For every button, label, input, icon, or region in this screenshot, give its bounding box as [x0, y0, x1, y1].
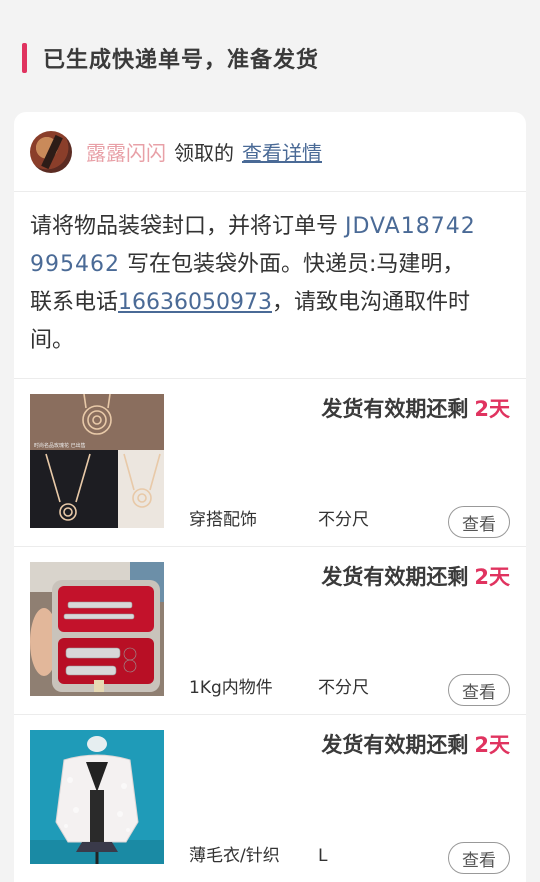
section-header: 已生成快递单号，准备发货: [22, 40, 319, 76]
item-size: 不分尺: [318, 510, 369, 530]
ship-deadline: 发货有效期还剩 2天: [321, 561, 510, 591]
instructions-text-2: 写在包装袋外面。快递员:马建明，: [119, 252, 465, 277]
view-details-link[interactable]: 查看详情: [242, 137, 322, 166]
order-number-part2: 995462: [30, 252, 120, 277]
claim-row: 露露闪闪 领取的 查看详情: [14, 112, 526, 192]
item-category: 1Kg内物件: [189, 678, 273, 698]
rose-necklace-photo[interactable]: 时尚名品玫瑰花 已出售: [30, 394, 164, 528]
item-category: 穿搭配饰: [189, 510, 257, 530]
page: 已生成快递单号，准备发货 露露闪闪 领取的 查看详情 请将物品装袋封口，并将订单…: [0, 0, 540, 882]
view-button[interactable]: 查看: [448, 674, 510, 706]
thumb-caption: 时尚名品玫瑰花 已出售: [34, 442, 86, 449]
ship-deadline: 发货有效期还剩 2天: [321, 729, 510, 759]
order-number-part1: JDVA18742: [345, 214, 476, 239]
section-title: 已生成快递单号，准备发货: [43, 48, 320, 73]
avatar[interactable]: [30, 130, 72, 173]
list-item[interactable]: 发货有效期还剩 2天 薄毛衣/针织 L 查看: [14, 715, 526, 882]
item-size: L: [318, 846, 328, 866]
deadline-label: 发货有效期还剩: [321, 565, 469, 589]
item-size: 不分尺: [318, 678, 369, 698]
deadline-days: 2天: [474, 733, 510, 757]
item-category: 薄毛衣/针织: [189, 846, 280, 866]
shipping-instructions: 请将物品装袋封口，并将订单号 JDVA18742 995462 写在包装袋外面。快…: [14, 192, 526, 379]
view-button[interactable]: 查看: [448, 842, 510, 874]
list-item[interactable]: 发货有效期还剩 2天 1Kg内物件 不分尺 查看: [14, 547, 526, 715]
white-cardigan-photo[interactable]: [30, 730, 164, 864]
list-item[interactable]: 时尚名品玫瑰花 已出售 发货有效期还剩 2天 穿搭配饰 不分尺 查看: [14, 379, 526, 547]
view-button[interactable]: 查看: [448, 506, 510, 538]
claim-username[interactable]: 露露闪闪: [86, 137, 166, 166]
claim-text: 领取的: [174, 141, 234, 165]
instructions-text-3: 联系电话: [30, 290, 119, 315]
instructions-text-1: 请将物品装袋封口，并将订单号: [30, 214, 345, 239]
deadline-days: 2天: [474, 397, 510, 421]
section-accent-bar: [22, 43, 27, 73]
deadline-label: 发货有效期还剩: [321, 397, 469, 421]
deadline-label: 发货有效期还剩: [321, 733, 469, 757]
courier-phone-link[interactable]: 16636050973: [118, 290, 272, 315]
order-card: 露露闪闪 领取的 查看详情 请将物品装袋封口，并将订单号 JDVA18742 99…: [14, 112, 526, 882]
deadline-days: 2天: [474, 565, 510, 589]
manicure-set-photo[interactable]: [30, 562, 164, 696]
ship-deadline: 发货有效期还剩 2天: [321, 393, 510, 423]
